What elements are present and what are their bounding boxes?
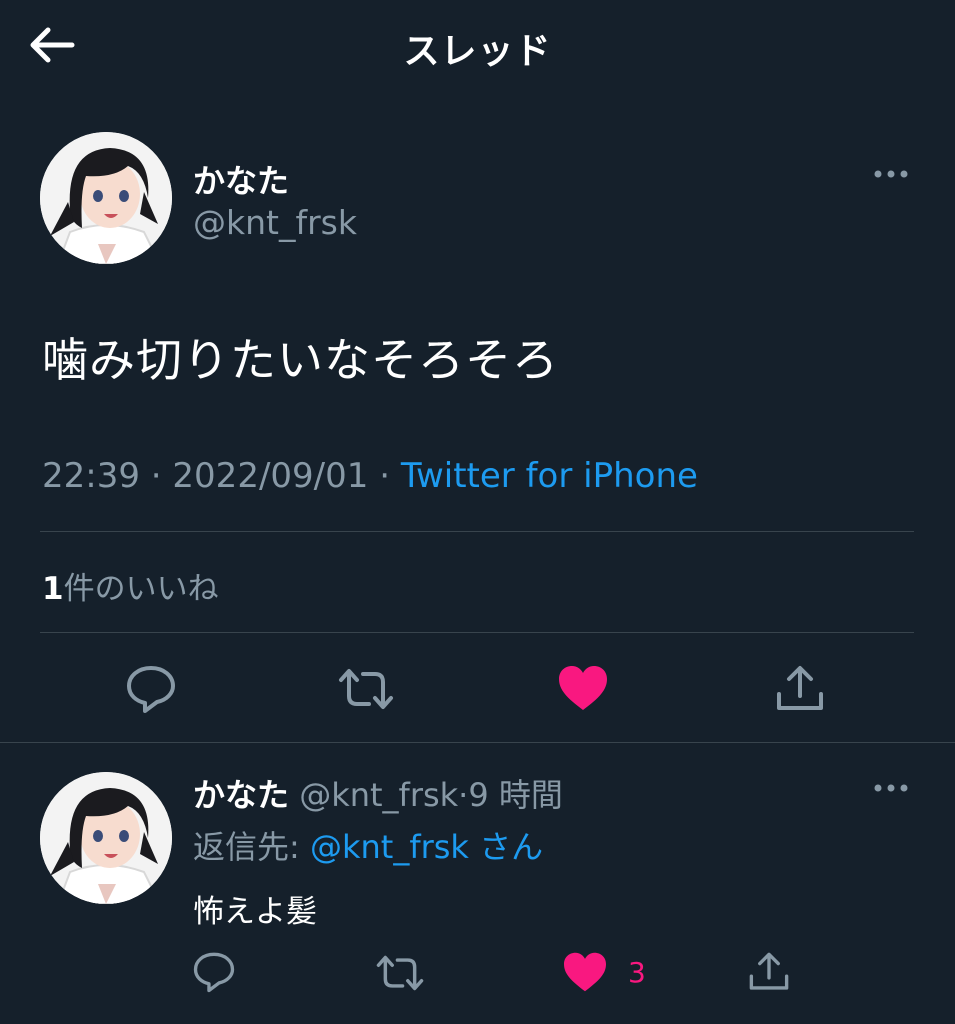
meta-separator: · (150, 456, 162, 496)
reply-to-line: 返信先: @knt_frsk さん (193, 822, 543, 868)
meta-separator: · (458, 776, 469, 814)
heart-icon (559, 666, 607, 710)
reply-header: かなた @knt_frsk·9 時間 (193, 770, 563, 816)
reply-to-handle[interactable]: @knt_frsk (310, 828, 469, 866)
share-icon (777, 666, 823, 710)
divider (40, 632, 914, 633)
likes-count: 1 (42, 571, 64, 607)
more-button[interactable] (870, 164, 914, 184)
reply-button[interactable] (125, 664, 177, 718)
tweet-date: 2022/09/01 (172, 456, 369, 496)
share-button[interactable] (774, 664, 826, 718)
reply-icon (127, 666, 175, 713)
avatar-image (40, 132, 172, 264)
likes-label: 件のいいね (63, 571, 219, 607)
thread-divider (0, 742, 955, 743)
like-button[interactable] (557, 664, 609, 716)
avatar[interactable] (40, 132, 172, 264)
retweet-icon (339, 669, 393, 709)
retweet-button[interactable] (337, 666, 395, 716)
tweet-text: 噛み切りたいなそろそろ (42, 333, 559, 387)
more-icon (874, 784, 908, 792)
display-name[interactable]: かなた (193, 156, 289, 202)
share-icon (749, 952, 789, 990)
divider (40, 531, 914, 532)
reply-avatar[interactable] (40, 772, 172, 904)
retweet-icon (376, 955, 424, 991)
reply-text: 怖えよ髪 (193, 894, 317, 930)
reply-share-button[interactable] (747, 951, 791, 997)
heart-icon (564, 952, 606, 992)
likes-summary[interactable]: 1件のいいね (42, 563, 219, 608)
page-title: スレッド (403, 31, 552, 72)
avatar-image (40, 772, 172, 904)
reply-handle[interactable]: @knt_frsk (299, 776, 458, 814)
reply-like-count: 3 (628, 955, 646, 989)
tweet-time: 22:39 (42, 456, 140, 496)
reply-icon (193, 952, 235, 993)
more-icon (874, 170, 908, 178)
reply-time: 9 時間 (468, 776, 563, 814)
reply-display-name[interactable]: かなた (193, 776, 289, 814)
reply-retweet-button[interactable] (375, 953, 425, 997)
reply-more-button[interactable] (870, 778, 914, 798)
reply-reply-button[interactable] (192, 951, 236, 997)
reply-to-label: 返信先: (193, 828, 300, 866)
reply-to-suffix: さん (479, 828, 544, 866)
user-handle[interactable]: @knt_frsk (193, 203, 357, 242)
meta-separator: · (379, 456, 391, 496)
tweet-meta: 22:39 · 2022/09/01 · Twitter for iPhone (42, 456, 698, 496)
reply-like-button[interactable]: 3 (562, 951, 646, 993)
tweet-source-link[interactable]: Twitter for iPhone (401, 456, 698, 496)
